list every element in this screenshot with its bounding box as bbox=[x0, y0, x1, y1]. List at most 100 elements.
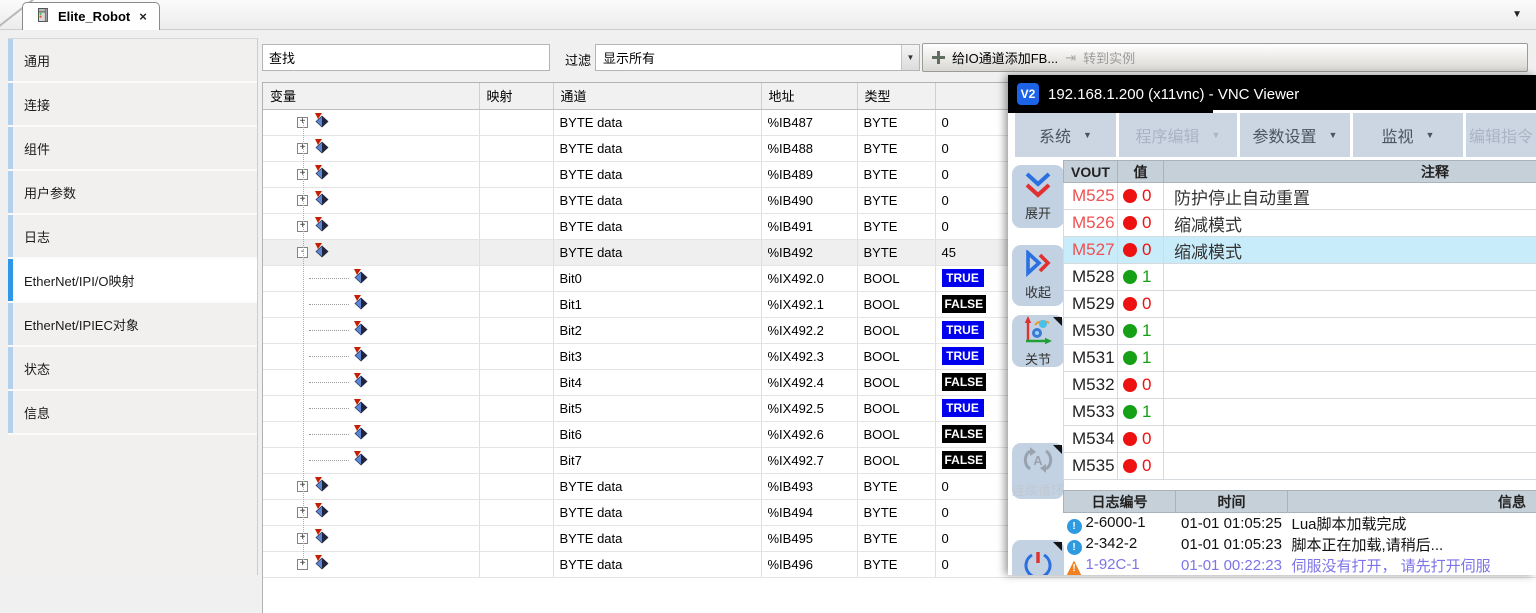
tab-close-icon[interactable]: × bbox=[139, 9, 147, 24]
tree-connector bbox=[309, 330, 349, 331]
expand-button[interactable]: 展开 bbox=[1012, 165, 1064, 228]
vout-row[interactable]: M531 1 bbox=[1064, 345, 1536, 372]
vnc-window-title: 192.168.1.200 (x11vnc) - VNC Viewer bbox=[1048, 86, 1299, 103]
sidebar-item-5[interactable]: EtherNet/IPI/O映射 bbox=[8, 259, 257, 303]
sidebar-item-8[interactable]: 信息 bbox=[8, 391, 257, 435]
vout-row[interactable]: M535 0 bbox=[1064, 453, 1536, 480]
log-row[interactable]: 2-342-2 01-01 01:05:23 脚本正在加载,请稍后... bbox=[1064, 534, 1536, 555]
col-type[interactable]: 类型 bbox=[857, 83, 935, 109]
address-cell: %IB488 bbox=[761, 135, 857, 161]
vout-row[interactable]: M528 1 bbox=[1064, 264, 1536, 291]
vout-header: VOUT 值 注释 bbox=[1064, 161, 1536, 183]
menu-system-label: 系统 bbox=[1039, 123, 1071, 147]
sidebar-item-label: 信息 bbox=[24, 403, 50, 422]
goto-instance-button[interactable]: 转到实例 bbox=[1083, 48, 1135, 67]
type-cell: BYTE bbox=[857, 213, 935, 239]
bool-value-badge: TRUE bbox=[942, 399, 984, 417]
mapping-cell[interactable] bbox=[479, 317, 553, 343]
mapping-cell[interactable] bbox=[479, 447, 553, 473]
col-mapping[interactable]: 映射 bbox=[479, 83, 553, 109]
col-address[interactable]: 地址 bbox=[761, 83, 857, 109]
state-dot-icon bbox=[1123, 324, 1137, 338]
vout-row[interactable]: M526 0 缩减模式 bbox=[1064, 210, 1536, 237]
tab-list-dropdown-icon[interactable]: ▼ bbox=[1512, 9, 1522, 20]
vout-comment: 缩减模式 bbox=[1164, 210, 1536, 237]
sidebar-item-4[interactable]: 日志 bbox=[8, 215, 257, 259]
joint-mode-button[interactable]: 关节 bbox=[1012, 315, 1064, 367]
vout-row[interactable]: M534 0 bbox=[1064, 426, 1536, 453]
chevron-down-icon[interactable]: ▼ bbox=[901, 45, 919, 70]
filter-dropdown[interactable]: 显示所有 ▼ bbox=[595, 44, 920, 71]
sidebar-item-label: EtherNet/IPIEC对象 bbox=[24, 315, 139, 334]
vout-value-number: 1 bbox=[1142, 402, 1151, 421]
col-channel[interactable]: 通道 bbox=[553, 83, 761, 109]
mapping-cell[interactable] bbox=[479, 499, 553, 525]
menu-program-edit[interactable]: 程序编辑 ▼ bbox=[1119, 113, 1237, 157]
state-dot-icon bbox=[1123, 432, 1137, 446]
sidebar-item-1[interactable]: 连接 bbox=[8, 83, 257, 127]
menu-system[interactable]: 系统 ▼ bbox=[1015, 113, 1116, 157]
menu-monitor[interactable]: 监视 ▼ bbox=[1353, 113, 1463, 157]
address-cell: %IX492.4 bbox=[761, 369, 857, 395]
bool-value-badge: TRUE bbox=[942, 347, 984, 365]
vout-comment bbox=[1164, 399, 1536, 426]
tab-elite-robot[interactable]: Elite_Robot × bbox=[22, 2, 160, 30]
tree-connector bbox=[309, 382, 349, 383]
mapping-cell[interactable] bbox=[479, 395, 553, 421]
log-time: 01-01 01:05:25 bbox=[1176, 513, 1288, 535]
input-channel-icon bbox=[314, 503, 330, 521]
chevron-down-icon: ▼ bbox=[1083, 130, 1092, 140]
collapse-button[interactable]: 收起 bbox=[1012, 245, 1064, 306]
vout-value-number: 0 bbox=[1142, 429, 1151, 448]
remote-desktop-edge bbox=[1213, 110, 1536, 113]
type-cell: BYTE bbox=[857, 525, 935, 551]
vout-row[interactable]: M530 1 bbox=[1064, 318, 1536, 345]
vnc-title-bar[interactable]: V2 192.168.1.200 (x11vnc) - VNC Viewer bbox=[1008, 75, 1536, 113]
col-variable[interactable]: 变量 bbox=[263, 83, 479, 109]
power-button[interactable] bbox=[1012, 540, 1064, 575]
mapping-cell[interactable] bbox=[479, 343, 553, 369]
sidebar-item-2[interactable]: 组件 bbox=[8, 127, 257, 171]
menu-parameter-settings[interactable]: 参数设置 ▼ bbox=[1240, 113, 1350, 157]
add-fb-button[interactable]: 给IO通道添加FB... bbox=[952, 48, 1058, 67]
vout-comment bbox=[1164, 318, 1536, 345]
type-cell: BYTE bbox=[857, 161, 935, 187]
auto-loop-button[interactable]: A 连续循环 bbox=[1012, 443, 1064, 499]
sidebar-item-6[interactable]: EtherNet/IPIEC对象 bbox=[8, 303, 257, 347]
mapping-cell[interactable] bbox=[479, 187, 553, 213]
log-row[interactable]: 1-92C-1 01-01 00:22:23 伺服没有打开， 请先打开伺服 bbox=[1064, 555, 1536, 575]
mapping-cell[interactable] bbox=[479, 369, 553, 395]
vout-row[interactable]: M533 1 bbox=[1064, 399, 1536, 426]
sidebar-item-3[interactable]: 用户参数 bbox=[8, 171, 257, 215]
find-field[interactable]: 查找 bbox=[262, 44, 550, 71]
channel-cell: BYTE data bbox=[553, 499, 761, 525]
channel-cell: BYTE data bbox=[553, 109, 761, 135]
mapping-cell[interactable] bbox=[479, 161, 553, 187]
vout-row[interactable]: M529 0 bbox=[1064, 291, 1536, 318]
vout-row[interactable]: M525 0 防护停止自动重置 bbox=[1064, 183, 1536, 210]
mapping-cell[interactable] bbox=[479, 473, 553, 499]
vout-row[interactable]: M527 0 缩减模式 bbox=[1064, 237, 1536, 264]
input-channel-icon bbox=[314, 217, 330, 235]
mapping-cell[interactable] bbox=[479, 109, 553, 135]
mapping-cell[interactable] bbox=[479, 265, 553, 291]
address-cell: %IB490 bbox=[761, 187, 857, 213]
mapping-cell[interactable] bbox=[479, 291, 553, 317]
channel-cell: Bit1 bbox=[553, 291, 761, 317]
vout-value-number: 0 bbox=[1142, 240, 1151, 259]
log-row[interactable]: 2-6000-1 01-01 01:05:25 Lua脚本加载完成 bbox=[1064, 513, 1536, 535]
mapping-cell[interactable] bbox=[479, 421, 553, 447]
mapping-cell[interactable] bbox=[479, 135, 553, 161]
mapping-cell[interactable] bbox=[479, 213, 553, 239]
address-cell: %IB493 bbox=[761, 473, 857, 499]
vout-row[interactable]: M532 0 bbox=[1064, 372, 1536, 399]
state-dot-icon bbox=[1123, 378, 1137, 392]
sidebar-item-7[interactable]: 状态 bbox=[8, 347, 257, 391]
vnc-logo-icon: V2 bbox=[1017, 83, 1039, 105]
mapping-cell[interactable] bbox=[479, 525, 553, 551]
find-input[interactable] bbox=[301, 50, 549, 65]
mapping-cell[interactable] bbox=[479, 551, 553, 577]
menu-edit-instruction[interactable]: 编辑指令 bbox=[1466, 113, 1536, 157]
sidebar-item-0[interactable]: 通用 bbox=[8, 39, 257, 83]
mapping-cell[interactable] bbox=[479, 239, 553, 265]
